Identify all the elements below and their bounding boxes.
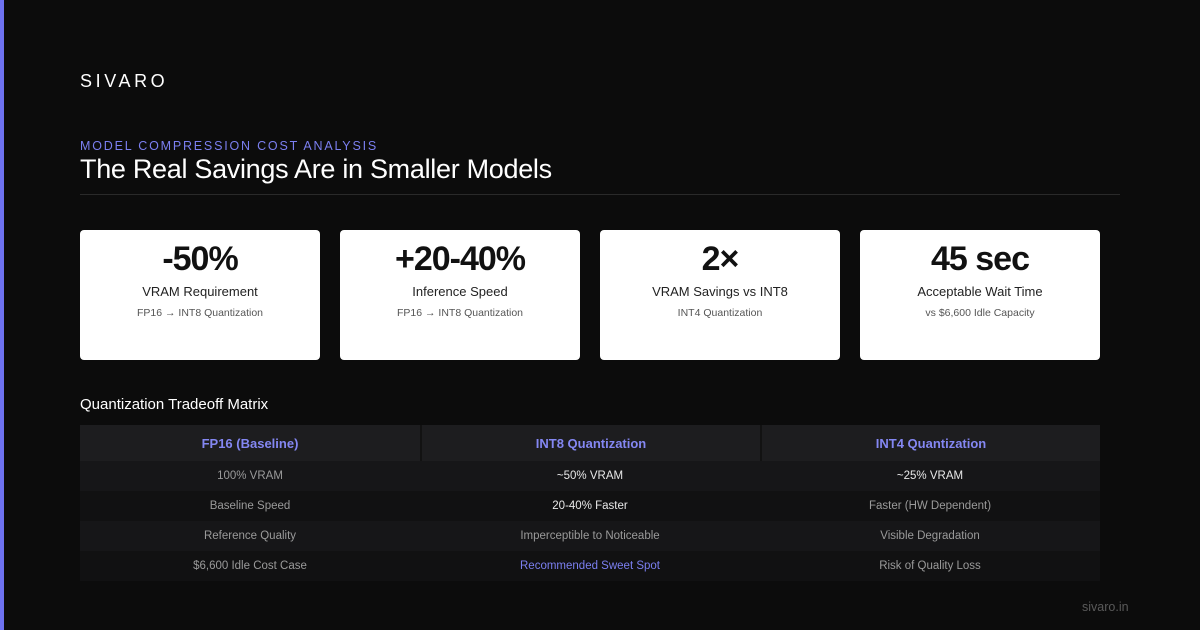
table-cell: Reference Quality [203, 530, 297, 542]
stat-card-vram: -50% VRAM Requirement FP16 → INT8 Quanti… [80, 230, 320, 360]
divider [80, 194, 1120, 195]
table-row: Baseline Speed 20-40% Faster Faster (HW … [80, 491, 1100, 521]
stat-label: Inference Speed [412, 284, 508, 299]
brand-logo: SIVARO [80, 71, 169, 91]
stat-value: 45 sec [931, 240, 1030, 278]
table-cell: Risk of Quality Loss [879, 560, 981, 572]
stat-subtext: FP16 → INT8 Quantization [136, 307, 264, 319]
table-row: Reference Quality Imperceptible to Notic… [80, 521, 1100, 551]
column-header-int4: INT4 Quantization [760, 425, 1100, 461]
table-cell: 20-40% Faster [552, 500, 628, 512]
footer-url: sivaro.in [1082, 600, 1129, 614]
stat-card-wait: 45 sec Acceptable Wait Time vs $6,600 Id… [860, 230, 1100, 360]
eyebrow-label: MODEL COMPRESSION COST ANALYSIS [80, 139, 378, 153]
stat-subtext: FP16 → INT8 Quantization [396, 307, 524, 319]
table-cell: ~25% VRAM [896, 470, 964, 482]
stat-cards: -50% VRAM Requirement FP16 → INT8 Quanti… [80, 230, 1100, 360]
table-cell: Faster (HW Dependent) [868, 500, 992, 512]
table-cell: Visible Degradation [880, 530, 980, 542]
stat-card-int4: 2× VRAM Savings vs INT8 INT4 Quantizatio… [600, 230, 840, 360]
stat-label: Acceptable Wait Time [917, 284, 1043, 299]
stat-value: 2× [701, 240, 740, 278]
stat-value: -50% [162, 240, 238, 278]
stat-label: VRAM Savings vs INT8 [652, 284, 788, 299]
stat-label: VRAM Requirement [142, 284, 258, 299]
table-cell: $6,600 Idle Cost Case [193, 560, 307, 572]
column-header-fp16: FP16 (Baseline) [80, 425, 420, 461]
page: SIVARO MODEL COMPRESSION COST ANALYSIS T… [0, 0, 1200, 630]
stat-card-speed: +20-40% Inference Speed FP16 → INT8 Quan… [340, 230, 580, 360]
table-cell: Imperceptible to Noticeable [520, 530, 660, 542]
stat-subtext: INT4 Quantization [677, 307, 763, 319]
matrix-header-row: FP16 (Baseline) INT8 Quantization INT4 Q… [80, 425, 1100, 461]
table-cell: 100% VRAM [217, 470, 283, 482]
tradeoff-matrix: FP16 (Baseline) INT8 Quantization INT4 Q… [80, 425, 1100, 581]
column-header-int8: INT8 Quantization [420, 425, 760, 461]
stat-subtext: vs $6,600 Idle Capacity [925, 307, 1035, 319]
table-cell: ~50% VRAM [556, 470, 624, 482]
accent-bar [0, 0, 4, 630]
table-row: 100% VRAM ~50% VRAM ~25% VRAM [80, 461, 1100, 491]
stat-value: +20-40% [394, 240, 526, 278]
page-title: The Real Savings Are in Smaller Models [80, 154, 552, 184]
table-cell: Recommended Sweet Spot [520, 560, 660, 572]
matrix-title: Quantization Tradeoff Matrix [80, 396, 269, 413]
table-cell: Baseline Speed [209, 500, 291, 512]
table-row: $6,600 Idle Cost Case Recommended Sweet … [80, 551, 1100, 581]
